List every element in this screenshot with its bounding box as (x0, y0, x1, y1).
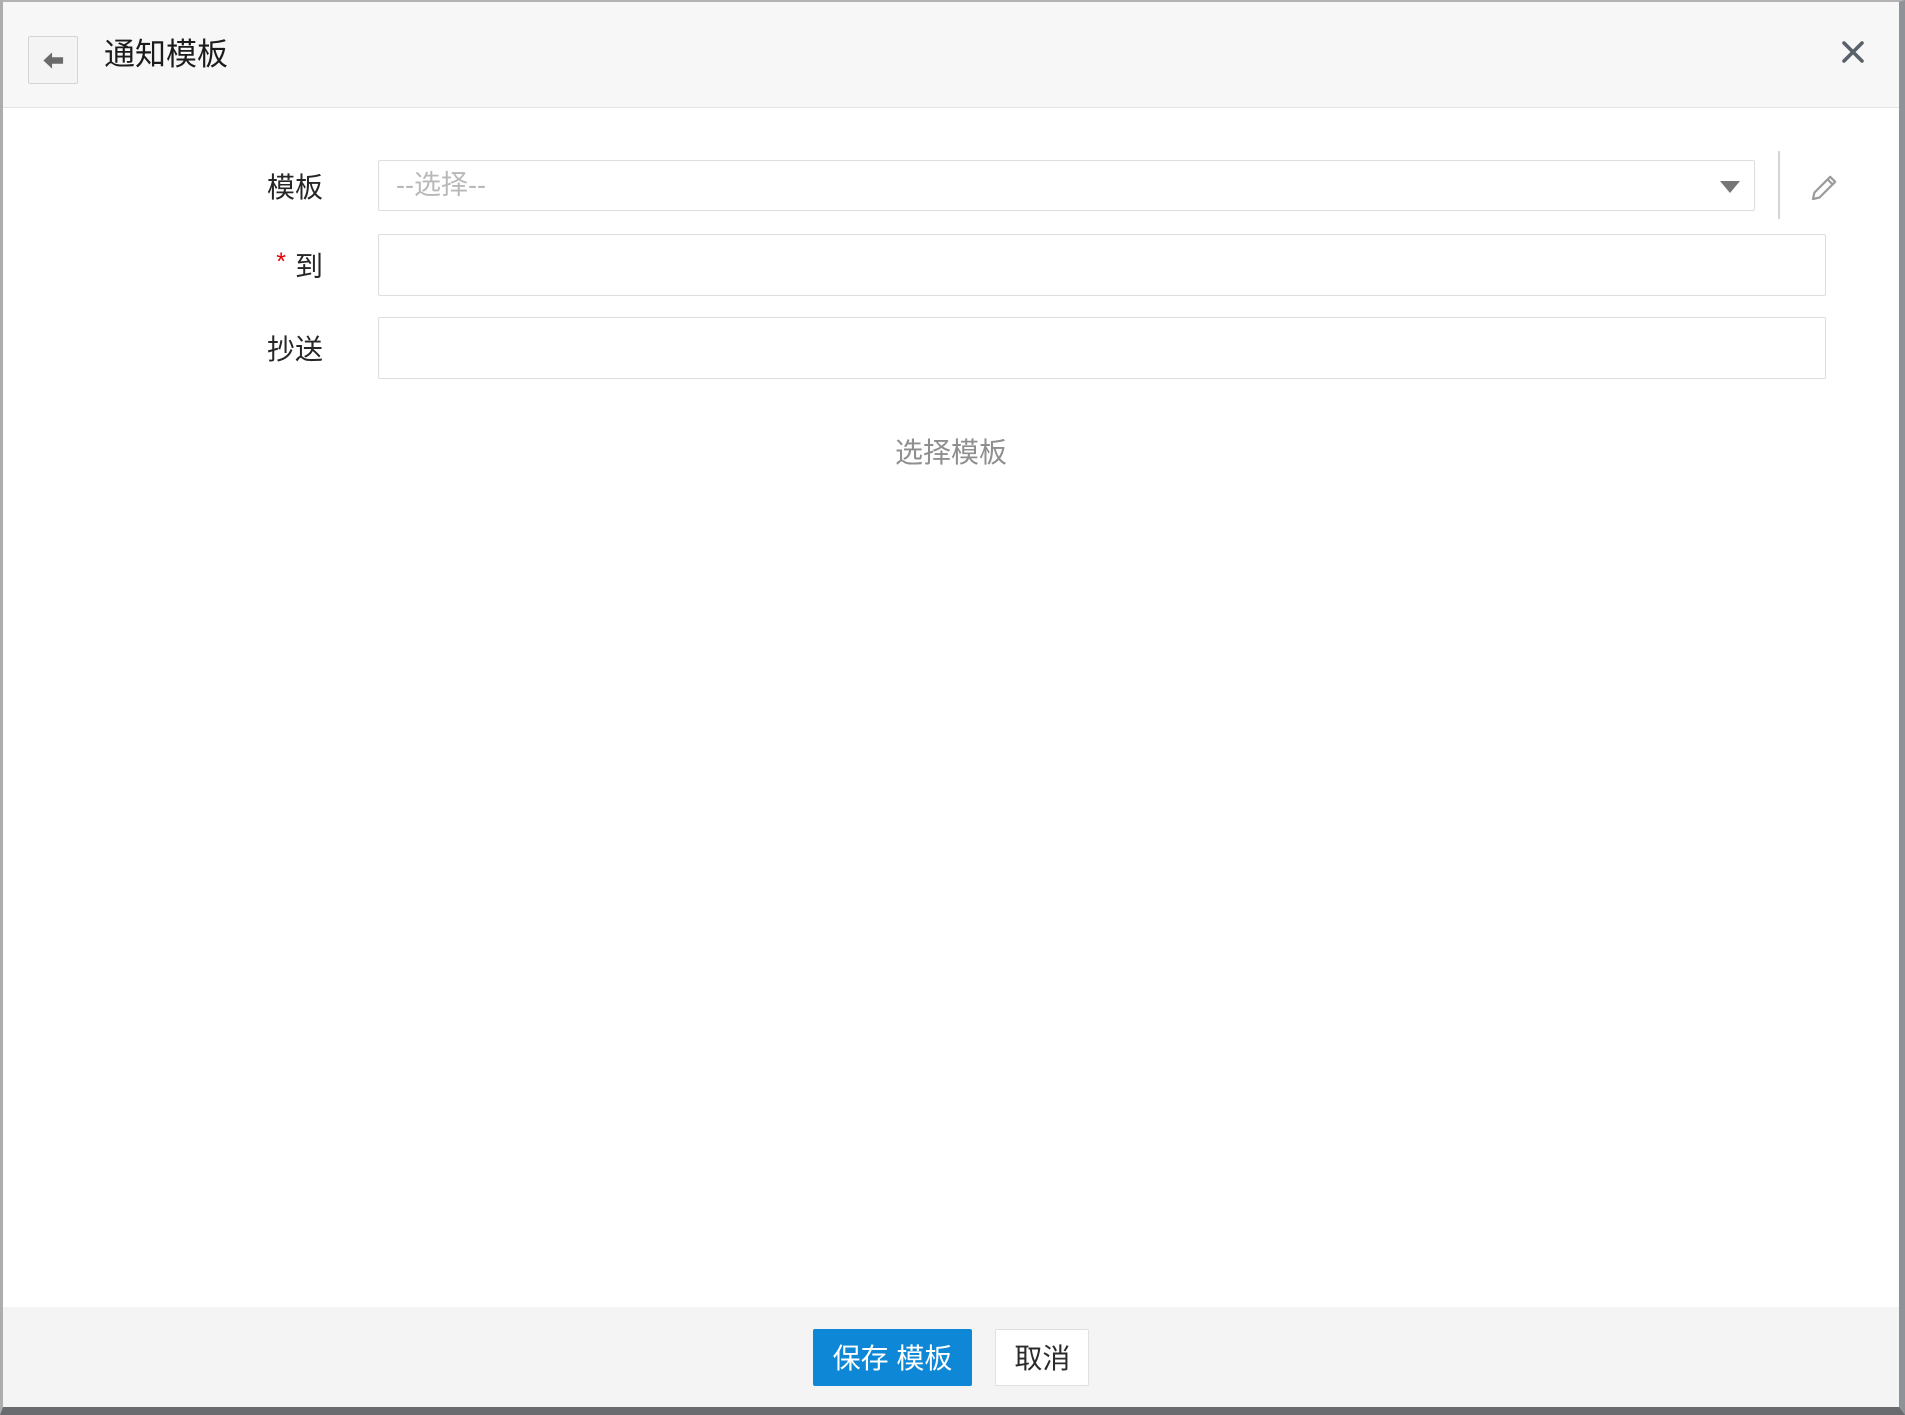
template-select-placeholder: --选择-- (396, 170, 486, 200)
close-button[interactable] (1831, 30, 1875, 74)
to-field-label: * 到 (276, 247, 323, 283)
pencil-icon (1806, 169, 1842, 205)
field-divider (1778, 151, 1780, 219)
cancel-button[interactable]: 取消 (995, 1328, 1090, 1386)
back-button[interactable] (28, 36, 78, 84)
arrow-left-icon (42, 49, 65, 72)
save-template-button[interactable]: 保存 模板 (812, 1328, 973, 1386)
dialog-footer: 保存 模板 取消 (3, 1307, 1899, 1407)
edit-template-button[interactable] (1801, 166, 1847, 208)
dialog-header: 通知模板 (3, 2, 1899, 108)
template-select[interactable]: --选择-- (378, 160, 1755, 211)
close-icon (1841, 40, 1865, 64)
to-input[interactable] (378, 234, 1826, 296)
chevron-down-icon (1720, 181, 1740, 193)
notification-template-dialog: 通知模板 模板 --选择-- * 到 抄送 选择模板 保存 模板 取消 (0, 0, 1905, 1415)
required-asterisk: * (276, 247, 286, 276)
select-template-hint: 选择模板 (894, 437, 1007, 468)
template-field-label: 模板 (266, 171, 323, 203)
cc-field-label: 抄送 (266, 334, 323, 365)
page-title: 通知模板 (104, 37, 228, 72)
cc-input[interactable] (378, 317, 1826, 379)
